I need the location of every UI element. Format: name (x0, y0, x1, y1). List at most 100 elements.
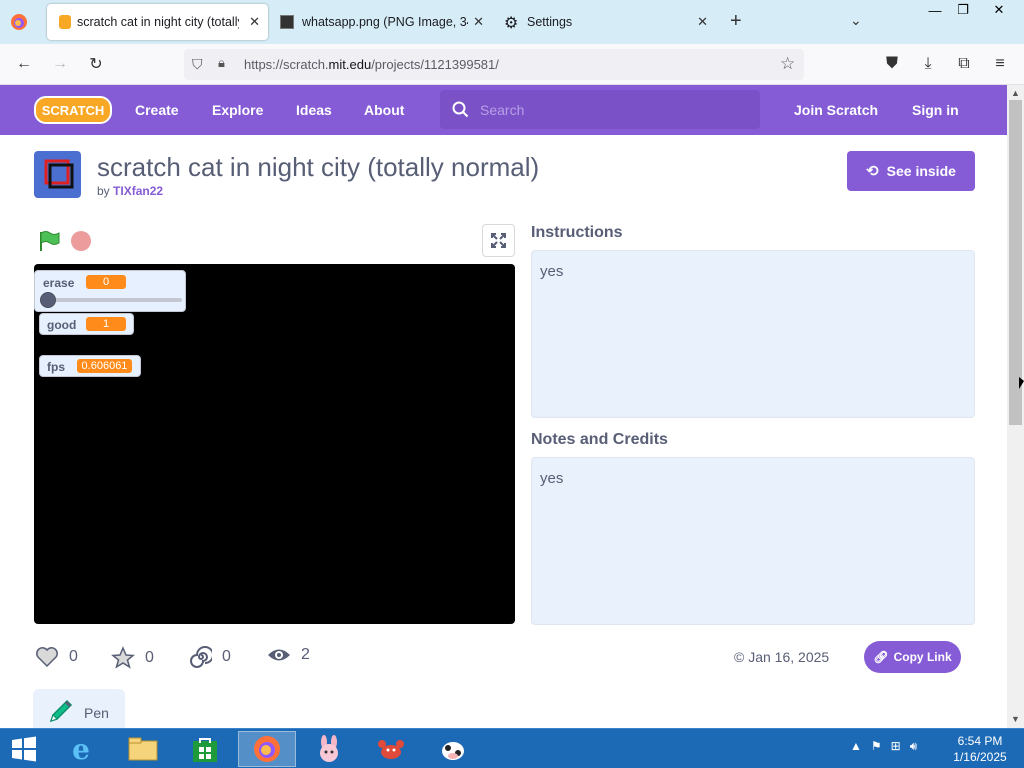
variable-monitor-fps: fps 0.606061 (39, 355, 141, 377)
pink-bunny-icon (320, 735, 338, 762)
love-stat[interactable]: 0 (35, 646, 78, 668)
tab-settings[interactable]: ⚙ Settings ✕ (496, 4, 716, 40)
gear-icon: ⚙ (504, 15, 519, 32)
network-icon[interactable]: ⊞ (891, 739, 901, 754)
star-icon (111, 646, 135, 669)
forward-arrow-icon[interactable]: → (48, 52, 72, 76)
shield-icon[interactable]: ⛉ (192, 56, 203, 73)
monitor-label: erase (43, 276, 75, 290)
scroll-up-arrow-icon[interactable]: ▲ (1011, 88, 1020, 98)
monitor-value: 0.606061 (77, 359, 132, 373)
page-scrollbar[interactable]: ▲ ▼ (1007, 85, 1024, 728)
browser-tab-strip: scratch cat in night city (totally ✕ wha… (0, 0, 1024, 44)
taskbar-app-bunny[interactable] (300, 731, 358, 767)
extension-chip-pen: Pen (33, 689, 125, 728)
project-page: scratch cat in night city (totally norma… (0, 135, 1007, 728)
taskbar-firefox[interactable] (238, 731, 296, 767)
taskbar-internet-explorer[interactable]: e (52, 731, 110, 767)
fullscreen-icon (491, 233, 506, 248)
sign-in-link[interactable]: Sign in (912, 102, 959, 118)
pen-icon (49, 699, 73, 723)
stop-icon[interactable] (71, 231, 91, 251)
system-tray: ▲ ⚑ ⊞ 🔊︎ (850, 739, 917, 754)
green-flag-icon[interactable] (38, 230, 60, 252)
firefox-menu-icon[interactable] (10, 13, 28, 31)
remix-count: 0 (222, 648, 231, 665)
nav-about[interactable]: About (364, 102, 404, 118)
pocket-icon[interactable]: ⛊ (880, 52, 904, 76)
folder-icon (128, 737, 158, 761)
copy-link-button[interactable]: 🔗︎ Copy Link (864, 641, 961, 673)
notes-text: yes (540, 470, 564, 487)
tab-title: whatsapp.png (PNG Image, 34 (302, 15, 468, 29)
start-button[interactable] (2, 731, 46, 767)
taskbar-file-explorer[interactable] (114, 731, 172, 767)
logo-text: SCRATCH (42, 103, 105, 118)
eye-icon (268, 649, 290, 661)
instructions-panel: yes (531, 250, 975, 418)
search-input[interactable]: Search (440, 90, 760, 129)
download-icon[interactable]: ⤓ (916, 52, 940, 76)
variable-monitor-good: good 1 (39, 313, 134, 335)
scratch-header: SCRATCH Create Explore Ideas About Searc… (0, 85, 1007, 135)
monitor-label: good (47, 318, 77, 332)
nav-create[interactable]: Create (135, 102, 179, 118)
new-tab-button[interactable]: + (730, 11, 742, 31)
taskbar-store[interactable] (176, 731, 234, 767)
hamburger-menu-icon[interactable]: ≡ (988, 52, 1012, 76)
internet-explorer-icon: e (72, 732, 90, 766)
mouse-cursor (1019, 377, 1024, 389)
url-bar[interactable]: ⛉ 🔒︎ https://scratch.mit.edu/projects/11… (184, 49, 804, 80)
action-center-flag-icon[interactable]: ⚑ (871, 739, 882, 754)
tab-scratch-project[interactable]: scratch cat in night city (totally ✕ (47, 4, 268, 40)
remix-spiral-icon (190, 646, 212, 668)
copy-link-label: Copy Link (893, 650, 952, 664)
author-link[interactable]: TIXfan22 (113, 184, 163, 198)
close-window-button[interactable]: ✕ (984, 0, 1014, 20)
reload-icon[interactable]: ↻ (84, 52, 108, 76)
tab-close-icon[interactable]: ✕ (473, 14, 484, 30)
bookmark-star-icon[interactable]: ☆ (780, 54, 795, 74)
project-title: scratch cat in night city (totally norma… (97, 152, 540, 182)
nav-explore[interactable]: Explore (212, 102, 263, 118)
back-arrow-icon[interactable]: ← (12, 52, 36, 76)
tray-expand-icon[interactable]: ▲ (850, 739, 862, 754)
tab-close-icon[interactable]: ✕ (249, 14, 260, 30)
extensions-puzzle-icon[interactable]: ⧉ (952, 52, 976, 76)
project-thumbnail (34, 151, 81, 198)
volume-icon[interactable]: 🔊︎ (910, 739, 918, 754)
see-inside-label: See inside (886, 163, 956, 179)
monitor-value: 1 (86, 317, 126, 331)
search-icon (452, 101, 469, 118)
tab-whatsapp-image[interactable]: whatsapp.png (PNG Image, 34 ✕ (272, 4, 492, 40)
red-crab-icon (378, 740, 404, 759)
list-tabs-chevron-icon[interactable]: ⌄ (850, 12, 862, 29)
join-scratch-link[interactable]: Join Scratch (794, 102, 878, 118)
slider-handle[interactable] (40, 292, 56, 308)
view-stat: 2 (267, 646, 310, 664)
taskbar-clock[interactable]: 6:54 PM 1/16/2025 (950, 733, 1010, 765)
notes-panel: yes (531, 457, 975, 625)
link-icon: 🔗︎ (873, 650, 889, 664)
scroll-down-arrow-icon[interactable]: ▼ (1011, 714, 1020, 724)
scratch-logo[interactable]: SCRATCH (34, 94, 112, 126)
nav-ideas[interactable]: Ideas (296, 102, 332, 118)
taskbar-app-crab[interactable] (362, 731, 420, 767)
see-inside-button[interactable]: ⟲ See inside (847, 151, 975, 191)
windows-taskbar: e ▲ ⚑ ⊞ 🔊︎ 6:54 PM 1/16/2025 (0, 728, 1024, 768)
instructions-text: yes (540, 263, 564, 280)
project-byline: by TIXfan22 (97, 184, 164, 198)
store-bag-icon (193, 738, 217, 762)
fullscreen-button[interactable] (482, 224, 515, 257)
project-stage[interactable]: erase 0 good 1 fps 0.606061 (34, 264, 515, 624)
remix-stat: 0 (190, 646, 231, 668)
instructions-heading: Instructions (531, 224, 623, 241)
favorite-stat[interactable]: 0 (111, 646, 154, 670)
restore-button[interactable]: ❐ (948, 0, 978, 20)
taskbar-app-cow[interactable] (424, 731, 482, 767)
url-text[interactable]: https://scratch.mit.edu/projects/1121399… (244, 57, 499, 72)
lock-icon[interactable]: 🔒︎ (218, 55, 225, 71)
tab-close-icon[interactable]: ✕ (697, 14, 708, 30)
minimize-button[interactable]: — (920, 0, 950, 20)
love-count: 0 (69, 648, 78, 665)
